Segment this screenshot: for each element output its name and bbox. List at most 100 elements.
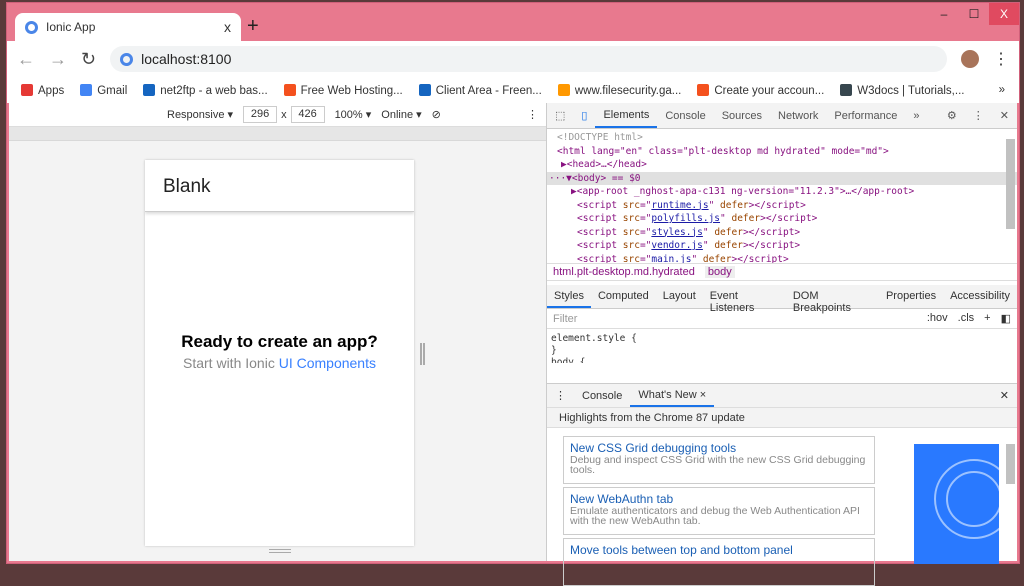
dom-script[interactable]: <script src="main.js" defer></script> — [557, 253, 1017, 264]
tab-console[interactable]: Console — [657, 103, 713, 128]
highlights-title: Highlights from the Chrome 87 update — [547, 408, 1017, 428]
styles-tab[interactable]: Accessibility — [943, 285, 1017, 308]
title-bar: Ionic App x + – ☐ X — [7, 3, 1019, 41]
bookmark-item[interactable]: Apps — [21, 83, 64, 97]
tab-elements[interactable]: Elements — [595, 103, 658, 128]
crumb-body[interactable]: body — [704, 266, 735, 278]
bookmark-label: Free Web Hosting... — [300, 84, 403, 97]
script-src-link[interactable]: polyfills.js — [651, 213, 720, 224]
height-input[interactable]: 426 — [290, 106, 325, 123]
bookmark-icon — [418, 83, 431, 96]
script-src-link[interactable]: main.js — [651, 254, 691, 264]
dom-script[interactable]: <script src="runtime.js" defer></script> — [557, 199, 1017, 213]
tab-ionic-app[interactable]: Ionic App x — [15, 13, 241, 41]
hov-button[interactable]: :hov — [927, 312, 948, 325]
drawer: ⋮ Console What's New × ✕ Highlights from… — [547, 383, 1017, 586]
network-select[interactable]: Online ▾ — [381, 108, 421, 121]
dom-scrollbar[interactable] — [1006, 139, 1015, 229]
back-icon[interactable]: ← — [17, 49, 35, 70]
device-mode-select[interactable]: Responsive ▾ — [167, 108, 233, 121]
bookmark-label: Gmail — [97, 84, 128, 97]
close-window-button[interactable]: X — [989, 3, 1019, 25]
crumb-html[interactable]: html.plt-desktop.md.hydrated — [553, 266, 695, 278]
inspect-icon[interactable]: ⬚ — [547, 103, 573, 128]
whats-new-card[interactable]: Move tools between top and bottom panel — [563, 538, 875, 586]
drawer-tab-console[interactable]: Console — [574, 384, 630, 407]
url-text: localhost:8100 — [141, 51, 232, 67]
whats-new-card[interactable]: New WebAuthn tab Emulate authenticators a… — [563, 487, 875, 535]
drawer-tab-whats-new[interactable]: What's New × — [630, 384, 715, 407]
cls-button[interactable]: .cls — [958, 312, 975, 325]
bookmark-item[interactable]: W3docs | Tutorials,... — [840, 83, 964, 97]
bookmark-item[interactable]: www.filesecurity.ga... — [557, 83, 681, 97]
tab-sources[interactable]: Sources — [714, 103, 770, 128]
styles-tab[interactable]: Computed — [591, 285, 656, 308]
app-frame: Blank Ready to create an app? Start with… — [145, 160, 414, 546]
dom-doctype: <!DOCTYPE html> — [557, 132, 643, 143]
site-info-icon[interactable] — [120, 52, 134, 66]
profile-avatar[interactable] — [961, 50, 979, 68]
reload-icon[interactable]: ↻ — [81, 49, 96, 70]
dom-tree[interactable]: <!DOCTYPE html> <html lang="en" class="pl… — [547, 129, 1017, 263]
ui-components-link[interactable]: UI Components — [279, 355, 376, 371]
dom-script[interactable]: <script src="styles.js" defer></script> — [557, 226, 1017, 240]
maximize-button[interactable]: ☐ — [959, 3, 989, 25]
dom-script[interactable]: <script src="polyfills.js" defer></scrip… — [557, 212, 1017, 226]
forward-icon[interactable]: → — [49, 49, 67, 70]
bookmark-item[interactable]: Create your accoun... — [697, 83, 824, 97]
dom-body-selected[interactable]: ···▼<body> == $0 — [547, 171, 1017, 185]
close-tab-button[interactable]: x — [224, 19, 231, 35]
close-drawer-icon[interactable]: ✕ — [992, 384, 1017, 407]
tab-network[interactable]: Network — [770, 103, 826, 128]
script-src-link[interactable]: vendor.js — [651, 240, 702, 251]
minimize-button[interactable]: – — [929, 3, 959, 25]
styles-tab[interactable]: Properties — [879, 285, 943, 308]
script-src-link[interactable]: runtime.js — [651, 200, 708, 211]
rotate-icon[interactable]: ⊘ — [432, 108, 441, 121]
page-content: Responsive ▾ 296 x 426 100% ▾ Online ▾ ⊘… — [9, 103, 1017, 586]
width-input[interactable]: 296 — [243, 106, 278, 123]
bookmark-item[interactable]: net2ftp - a web bas... — [143, 83, 268, 97]
device-toggle-icon[interactable]: ▯ — [573, 103, 595, 128]
menu-icon[interactable]: ⋮ — [993, 49, 1009, 69]
dom-script[interactable]: <script src="vendor.js" defer></script> — [557, 239, 1017, 253]
new-rule-button[interactable]: + — [984, 312, 990, 325]
zoom-select[interactable]: 100% ▾ — [335, 108, 372, 121]
media-query-ruler — [9, 127, 546, 141]
whats-new-card[interactable]: New CSS Grid debugging tools Debug and in… — [563, 436, 875, 484]
styles-tab[interactable]: Layout — [656, 285, 703, 308]
styles-tab[interactable]: Event Listeners — [703, 285, 786, 314]
more-tabs-button[interactable]: » — [905, 103, 927, 128]
styles-tab[interactable]: Styles — [547, 285, 591, 308]
settings-icon[interactable]: ⚙ — [939, 103, 965, 128]
url-input[interactable]: localhost:8100 — [110, 46, 947, 72]
card-title[interactable]: New WebAuthn tab — [570, 492, 868, 506]
styles-filter-input[interactable]: Filter — [553, 313, 577, 325]
bookmark-icon — [557, 83, 570, 96]
card-title[interactable]: Move tools between top and bottom panel — [570, 543, 868, 557]
close-devtools-icon[interactable]: ✕ — [992, 103, 1017, 128]
devtools-menu-icon[interactable]: ⋮ — [965, 103, 992, 128]
sidebar-toggle-icon[interactable]: ◧ — [1001, 312, 1011, 325]
new-tab-button[interactable]: + — [247, 15, 259, 38]
bookmark-item[interactable]: Client Area - Freen... — [418, 83, 542, 97]
script-src-link[interactable]: styles.js — [651, 227, 702, 238]
app-subtext: Start with Ionic — [183, 355, 275, 371]
dom-head[interactable]: ▶<head>…</head> — [557, 158, 1017, 172]
card-description: Debug and inspect CSS Grid with the new … — [570, 454, 866, 476]
styles-tab[interactable]: DOM Breakpoints — [786, 285, 879, 314]
bookmark-label: net2ftp - a web bas... — [160, 84, 268, 97]
resize-handle-right[interactable] — [420, 343, 425, 365]
dom-html[interactable]: <html lang="en" class="plt-desktop md hy… — [557, 145, 1017, 159]
device-more-icon[interactable]: ⋮ — [527, 108, 538, 121]
address-bar-row: ← → ↻ localhost:8100 ⋮ — [7, 41, 1019, 77]
card-title[interactable]: New CSS Grid debugging tools — [570, 441, 868, 455]
drawer-menu-icon[interactable]: ⋮ — [547, 384, 574, 407]
bookmark-item[interactable]: Gmail — [80, 83, 128, 97]
bookmarks-more-button[interactable]: » — [999, 84, 1005, 96]
drawer-scrollbar[interactable] — [1006, 444, 1015, 484]
bookmark-item[interactable]: Free Web Hosting... — [283, 83, 403, 97]
dom-app-root[interactable]: ▶<app-root _nghost-apa-c131 ng-version="… — [557, 185, 1017, 199]
resize-handle-bottom[interactable] — [269, 549, 291, 553]
tab-performance[interactable]: Performance — [826, 103, 905, 128]
